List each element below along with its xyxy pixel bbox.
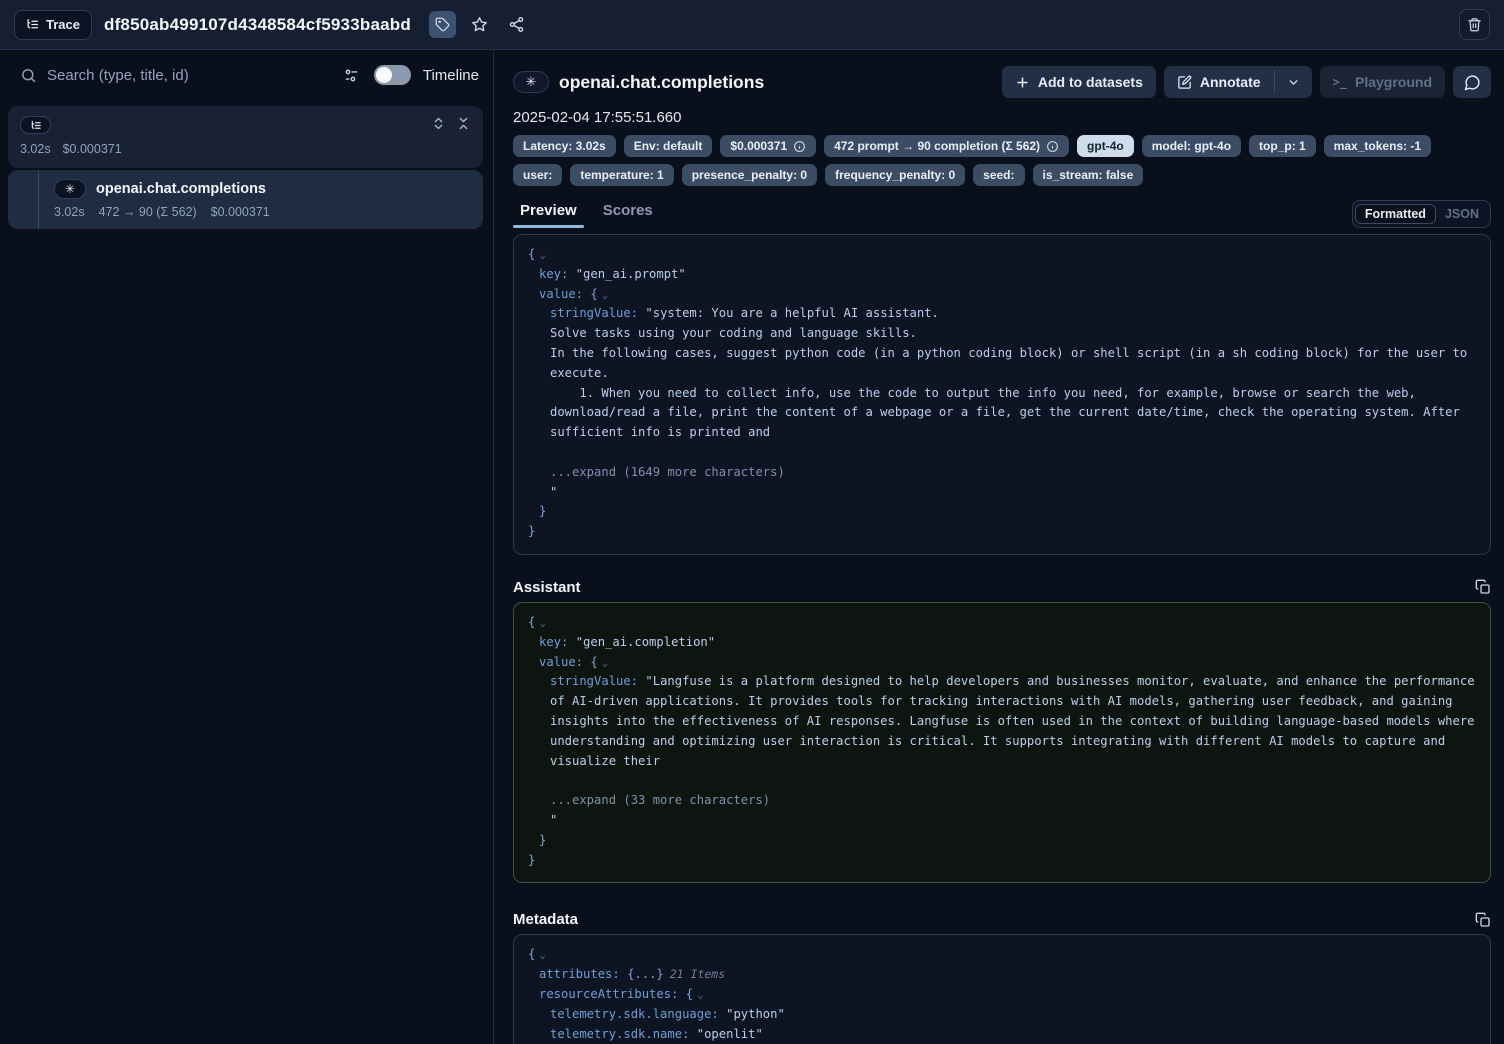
copy-icon[interactable] [1475,579,1491,595]
expand-link[interactable]: ...expand (33 more characters) [550,793,770,807]
annotate-icon [1177,75,1192,90]
search-input[interactable] [47,67,333,84]
observation-title: openai.chat.completions [559,72,764,93]
sliders-icon[interactable] [343,67,360,84]
collapse-caret-icon[interactable]: ⌄ [602,288,609,301]
collapse-caret-icon[interactable]: ⌄ [539,616,546,629]
info-icon[interactable] [793,140,806,153]
metadata-json-block: {⌄ attributes: {...}21 Items resourceAtt… [513,934,1491,1044]
timeline-toggle-label: Timeline [423,67,479,84]
tag-icon[interactable] [429,11,456,38]
seed-badge: seed: [973,164,1024,186]
expand-all-icon[interactable] [431,116,446,131]
observation-timestamp: 2025-02-04 17:55:51.660 [513,109,1491,126]
input-json-block: {⌄ key: "gen_ai.prompt" value: {⌄ string… [513,234,1491,555]
playground-button[interactable]: >_ Playground [1320,66,1445,98]
expand-link[interactable]: ...expand (1649 more characters) [550,465,785,479]
timeline-toggle[interactable] [374,65,411,85]
collapse-caret-icon[interactable]: ⌄ [539,248,546,261]
trace-cost: $0.000371 [63,142,122,156]
top-bar: Trace df850ab499107d4348584cf5933baabd [0,0,1504,50]
search-icon [20,67,37,84]
assistant-section-title: Assistant [513,579,581,596]
trace-badge-label: Trace [46,17,80,32]
collapse-all-icon[interactable] [456,116,471,131]
formatted-toggle[interactable]: Formatted [1355,204,1436,224]
trash-icon[interactable] [1459,9,1490,40]
terminal-icon: >_ [1333,75,1347,89]
span-duration: 3.02s [54,205,85,219]
add-to-datasets-button[interactable]: Add to datasets [1002,66,1156,98]
top-p-badge: top_p: 1 [1249,135,1316,157]
tokens-badge: 472 prompt → 90 completion (Σ 562) [824,135,1069,157]
model-chip-badge[interactable]: gpt-4o [1077,135,1134,157]
annotate-dropdown-chevron-icon[interactable] [1275,66,1312,98]
collapse-caret-icon[interactable]: ⌄ [602,656,609,669]
model-param-badge: model: gpt-4o [1142,135,1241,157]
tree-icon [20,116,51,134]
span-cost: $0.000371 [211,205,270,219]
openai-icon: ✳ [513,71,549,93]
collapse-caret-icon[interactable]: ⌄ [539,948,546,961]
trace-type-badge: Trace [14,10,92,40]
cost-badge: $0.000371 [720,135,816,157]
span-item-selected[interactable]: ✳ openai.chat.completions 3.02s 472 → 90… [8,170,483,229]
star-icon[interactable] [466,11,493,38]
span-tokens: 472 → 90 (Σ 562) [99,205,197,219]
trace-tree-sidebar: Timeline [0,50,494,1044]
format-toggle-group: Formatted JSON [1352,200,1491,228]
openai-icon: ✳ [54,179,86,199]
annotate-button[interactable]: Annotate [1164,66,1274,98]
frequency-penalty-badge: frequency_penalty: 0 [825,164,965,186]
span-title: openai.chat.completions [96,181,266,197]
comment-icon[interactable] [1453,66,1491,98]
is-stream-badge: is_stream: false [1033,164,1144,186]
assistant-json-block: {⌄ key: "gen_ai.completion" value: {⌄ st… [513,602,1491,883]
info-icon[interactable] [1046,140,1059,153]
trace-duration: 3.02s [20,142,51,156]
metadata-section-title: Metadata [513,911,578,928]
trace-root-item[interactable]: 3.02s $0.000371 [8,106,483,168]
max-tokens-badge: max_tokens: -1 [1324,135,1431,157]
items-count: 21 Items [670,967,725,981]
observation-detail-panel: ✳ openai.chat.completions Add to dataset… [494,50,1504,1044]
tab-preview[interactable]: Preview [513,198,584,228]
json-toggle[interactable]: JSON [1436,205,1488,223]
tree-icon [26,18,39,31]
copy-icon[interactable] [1475,912,1491,928]
presence-penalty-badge: presence_penalty: 0 [682,164,817,186]
env-badge: Env: default [624,135,713,157]
temperature-badge: temperature: 1 [570,164,673,186]
tab-scores[interactable]: Scores [596,198,660,228]
share-icon[interactable] [503,11,530,38]
trace-id: df850ab499107d4348584cf5933baabd [104,15,411,35]
collapse-caret-icon[interactable]: ⌄ [697,988,704,1001]
plus-icon [1015,75,1030,90]
latency-badge: Latency: 3.02s [513,135,616,157]
user-badge: user: [513,164,562,186]
